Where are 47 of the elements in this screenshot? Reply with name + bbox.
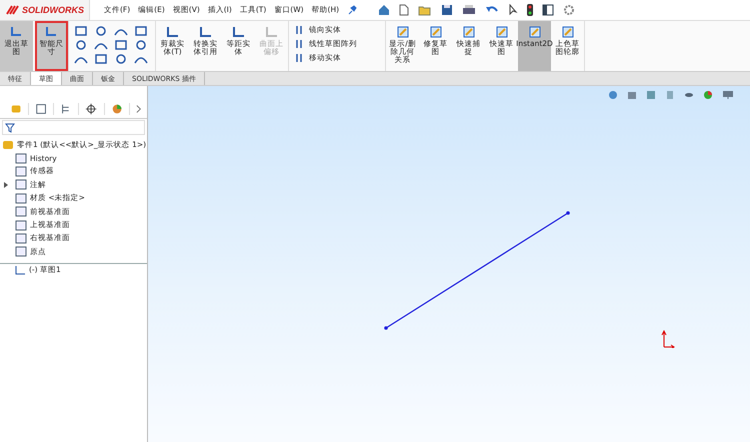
monitor-icon[interactable] [722,90,734,100]
feature-icon [15,232,27,244]
home-icon[interactable] [378,4,390,16]
logo-icon [6,4,20,16]
sketch-tool-icon [264,25,280,39]
feature-icon [15,152,27,164]
eye-icon[interactable] [684,90,694,100]
sketch-icon [14,264,26,276]
parallel-lines-icon [295,25,305,35]
pencil-sketch-icon [460,25,476,39]
feature-icon [15,246,27,258]
traffic-light-icon[interactable] [527,4,533,16]
origin-axis-icon [661,330,675,348]
sketch-tool-icon[interactable] [73,25,89,37]
save-icon[interactable] [441,4,453,16]
appearance-icon[interactable] [703,90,713,100]
feature-icon [15,220,27,231]
pencil-sketch-icon [394,25,410,39]
sketch-tool-icon [198,25,214,39]
feature-icon [15,206,27,218]
pencil-sketch-icon [494,25,510,39]
pencil-sketch-icon [560,25,576,39]
feature-icon [15,179,27,190]
new-document-icon[interactable] [399,4,409,16]
sketch-tool-icon [164,25,180,39]
panel-icon[interactable] [542,4,554,16]
cursor-icon[interactable] [508,4,518,16]
sketch-tool-icon[interactable] [133,25,149,37]
parallel-lines-icon [295,39,305,49]
print-icon[interactable] [462,4,476,16]
feature-icon [15,166,27,177]
settings-icon[interactable] [563,4,575,16]
sketch-tool-icon[interactable] [113,39,129,51]
feature-icon [15,192,27,204]
open-folder-icon[interactable] [418,4,432,16]
part-icon [2,140,14,150]
pencil-sketch-icon [526,25,542,39]
sketch-tool-icon[interactable] [93,53,109,65]
pin-icon[interactable] [347,5,358,15]
filter-icon [5,122,15,132]
view-sphere-icon[interactable] [608,90,618,100]
filter-field[interactable] [2,120,145,135]
app-logo: SOLIDWORKS [0,0,90,20]
sketch-tool-icon [230,25,246,39]
parallel-lines-icon [295,53,305,63]
expand-arrow-icon[interactable] [4,182,8,188]
pencil-sketch-icon [428,25,444,39]
